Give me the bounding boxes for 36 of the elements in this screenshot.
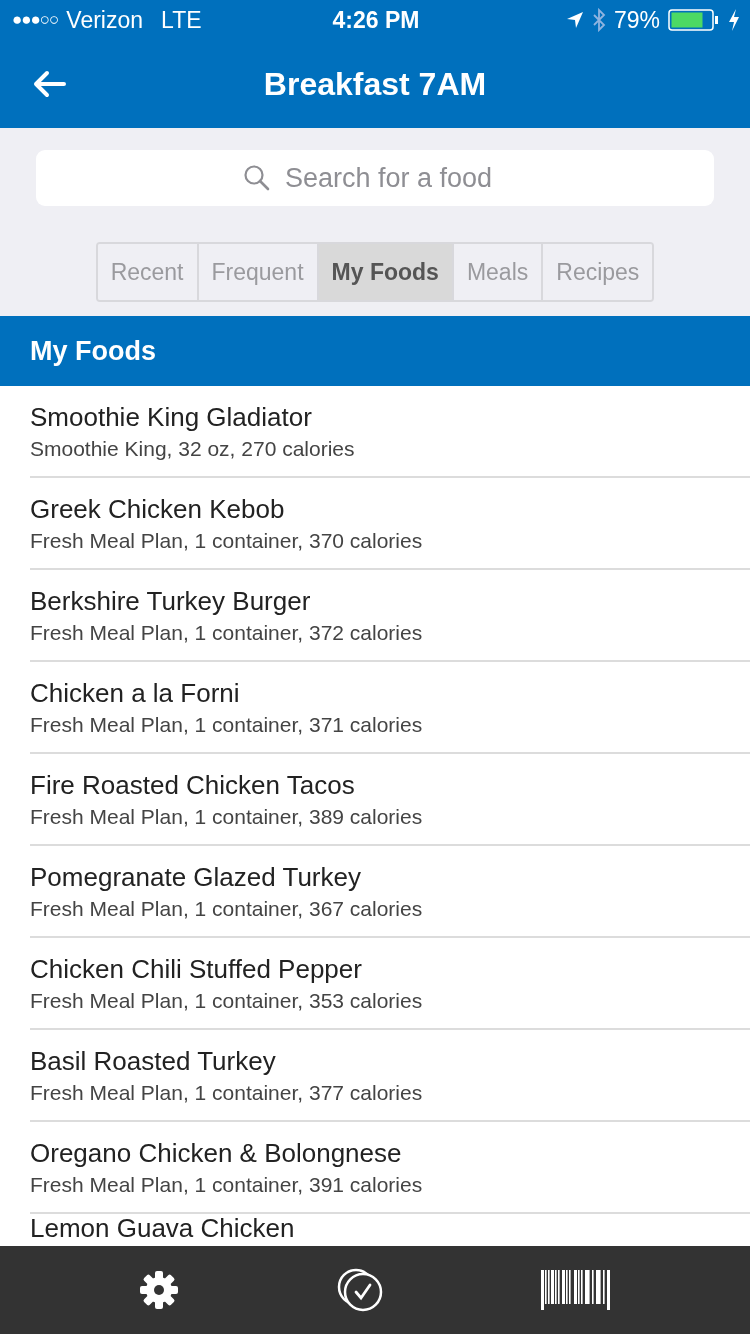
back-arrow-icon[interactable] bbox=[32, 70, 66, 98]
food-name[interactable]: Berkshire Turkey Burger bbox=[30, 585, 750, 617]
food-details: Fresh Meal Plan, 1 container, 391 calories bbox=[30, 1172, 424, 1197]
food-details: Fresh Meal Plan, 1 container, 377 calories bbox=[30, 1080, 424, 1105]
tab[interactable]: My Foods bbox=[316, 244, 452, 300]
battery-percentage: 79% bbox=[613, 6, 660, 34]
food-details: Fresh Meal Plan, 1 container, 367 calories bbox=[30, 896, 424, 921]
charging-icon bbox=[728, 9, 740, 31]
food-name[interactable]: Pomegranate Glazed Turkey bbox=[30, 861, 750, 893]
food-name[interactable]: Greek Chicken Kebob bbox=[30, 493, 750, 525]
location-icon bbox=[565, 11, 584, 29]
section-title: My Foods bbox=[30, 335, 156, 367]
food-details: Fresh Meal Plan, 1 container, 353 calories bbox=[30, 988, 424, 1013]
carrier-name: Verizon bbox=[66, 6, 144, 34]
food-details: Fresh Meal Plan, 1 container, 372 calories bbox=[30, 620, 424, 645]
search-field[interactable]: Search for a food bbox=[36, 150, 714, 206]
check-circles-icon[interactable] bbox=[337, 1268, 383, 1312]
settings-icon[interactable] bbox=[139, 1270, 179, 1310]
food-details: Fresh Meal Plan, 1 container, 370 calories bbox=[30, 528, 424, 553]
battery-icon bbox=[668, 9, 720, 31]
network-type: LTE bbox=[161, 6, 202, 34]
food-details: Smoothie King, 32 oz, 270 calories bbox=[30, 436, 356, 461]
food-name[interactable]: Lemon Guava Chicken bbox=[30, 1214, 750, 1243]
barcode-icon[interactable] bbox=[541, 1270, 611, 1310]
food-details: Fresh Meal Plan, 1 container, 389 calories bbox=[30, 804, 424, 829]
food-name[interactable]: Smoothie King Gladiator bbox=[30, 401, 750, 433]
bluetooth-icon bbox=[591, 8, 606, 32]
food-details: Fresh Meal Plan, 1 container, 371 calories bbox=[30, 712, 424, 737]
food-name[interactable]: Oregano Chicken & Bolongnese bbox=[30, 1137, 750, 1169]
screen-title: Breakfast 7AM bbox=[263, 65, 487, 103]
food-name[interactable]: Chicken Chili Stuffed Pepper bbox=[30, 953, 750, 985]
status-time: 4:26 PM bbox=[332, 6, 420, 34]
food-name[interactable]: Fire Roasted Chicken Tacos bbox=[30, 769, 750, 801]
signal-strength: ●●●○○ bbox=[12, 10, 59, 30]
food-name[interactable]: Chicken a la Forni bbox=[30, 677, 750, 709]
food-name[interactable]: Basil Roasted Turkey bbox=[30, 1045, 750, 1077]
